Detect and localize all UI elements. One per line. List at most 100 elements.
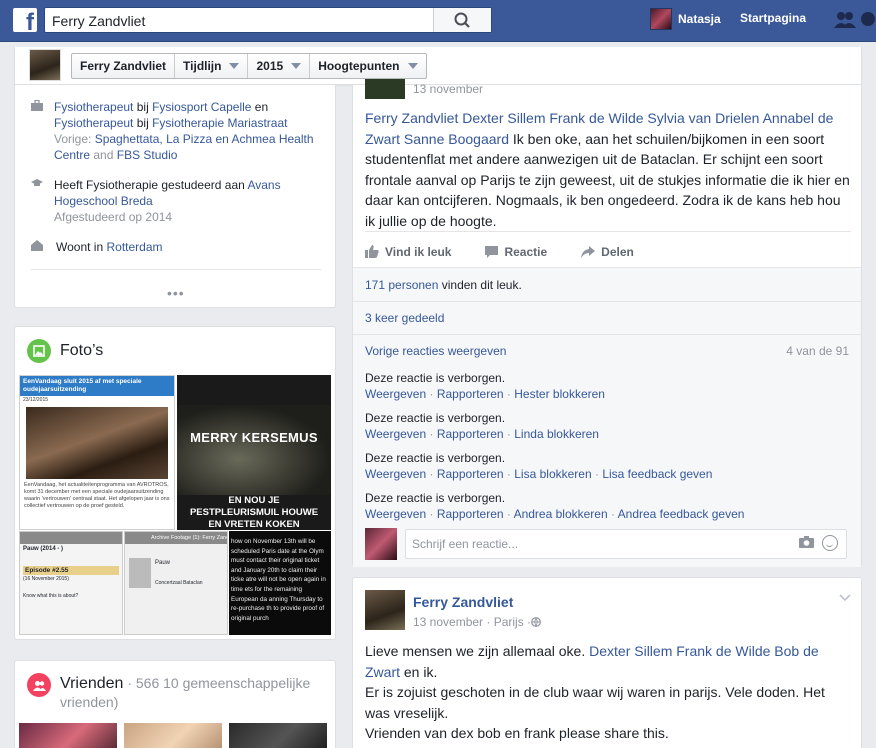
top-navigation-bar: f Ferry Zandvliet Natasja Startpagina [0,0,876,42]
job-link[interactable]: Fysiotherapeut [54,100,133,114]
crumb-highlights[interactable]: Hoogtepunten [310,54,425,78]
report-link[interactable]: Rapporteren [437,427,504,441]
likes-count-link[interactable]: 171 personen [365,278,438,292]
hidden-comment: Deze reactie is verborgen. Weergeven · R… [365,371,605,401]
employer-link[interactable]: Fysiotherapie Mariastraat [152,116,287,130]
chevron-down-icon [229,63,240,69]
search-input[interactable]: Ferry Zandvliet [44,7,492,33]
photo-thumbnail[interactable]: how on November 13th will be scheduled P… [229,531,331,635]
block-user-link[interactable]: Lisa blokkeren [514,467,591,481]
crumb-profile-name[interactable]: Ferry Zandvliet [72,54,176,78]
home-link[interactable]: Startpagina [740,11,806,25]
comment-button[interactable]: Reactie [485,245,547,259]
friends-header: Vrienden · 566 10 gemeenschappelijke vri… [60,674,330,712]
photo-thumbnail[interactable]: Archive Footage (1): Ferry Zandvl... Pau… [124,531,228,635]
job-link[interactable]: Fysiotherapeut [54,116,133,130]
hidden-comment-text: Deze reactie is verborgen. [365,451,506,465]
photo-date: 23/12/2015 [23,397,49,403]
search-value[interactable]: Ferry Zandvliet [52,13,145,29]
report-link[interactable]: Rapporteren [437,387,504,401]
home-icon [31,240,45,255]
friends-card: Vrienden · 566 10 gemeenschappelijke vri… [14,660,336,748]
user-name: Natasja [678,12,721,26]
friend-photo[interactable] [124,723,222,748]
chevron-down-icon [407,63,418,69]
hidden-comment: Deze reactie is verborgen. Weergeven · R… [365,451,713,481]
block-user-link[interactable]: Hester blokkeren [514,387,605,401]
likes-text: vinden dit leuk. [438,278,522,292]
show-comment-link[interactable]: Weergeven [365,467,426,481]
messages-icon[interactable] [860,10,876,30]
photo-caption: EenVandaag sluit 2015 af met speciale ou… [20,376,174,396]
timeline-post: Ferry Zandvliet 13 november · Parijs · L… [352,577,862,748]
photo-text: EenVandaag, het actualiteitenprogramma v… [24,482,170,509]
show-comment-link[interactable]: Weergeven [365,387,426,401]
graduation-cap-icon [31,178,43,225]
text: and [90,148,117,162]
hidden-comment-text: Deze reactie is verborgen. [365,411,506,425]
shares-link[interactable]: 3 keer gedeeld [365,311,444,325]
friends-icon [27,673,51,697]
show-comment-link[interactable]: Weergeven [365,427,426,441]
previous-label: Vorige: [54,132,95,146]
report-link[interactable]: Rapporteren [437,467,504,481]
view-previous-comments[interactable]: Vorige reacties weergeven [365,344,506,358]
comment-input[interactable]: Schrijf een reactie... [405,529,847,559]
profile-thumbnail[interactable] [29,49,61,81]
show-comment-link[interactable]: Weergeven [365,507,426,521]
text: en [251,100,269,114]
camera-icon[interactable] [799,536,814,548]
photos-title[interactable]: Foto’s [60,342,103,360]
photo-image [177,405,331,495]
like-button[interactable]: Vind ik leuk [365,245,451,259]
block-user-link[interactable]: Linda blokkeren [514,427,599,441]
emoji-icon[interactable] [822,535,838,551]
hidden-comment: Deze reactie is verborgen. Weergeven · R… [365,491,745,521]
city-link[interactable]: Rotterdam [106,240,162,254]
text: Woont in [56,240,107,254]
author-name[interactable]: Ferry Zandvliet [413,594,513,610]
post-text: Vrienden van dex bob en frank please sha… [365,725,669,741]
globe-icon [531,617,541,627]
comment-icon [485,245,499,258]
facebook-logo[interactable]: f [13,8,37,32]
friend-photo[interactable] [229,723,327,748]
give-feedback-link[interactable]: Andrea feedback geven [618,507,745,521]
post-date-location[interactable]: 13 november · Parijs · [413,615,531,629]
block-user-link[interactable]: Andrea blokkeren [514,507,608,521]
comment-label: Reactie [504,244,548,259]
friend-photo[interactable] [19,723,117,748]
hidden-comment-text: Deze reactie is verborgen. [365,491,506,505]
friend-requests-icon[interactable] [834,10,856,30]
friends-title[interactable]: Vrienden [60,675,123,692]
photo-header [20,532,122,544]
avatar [365,528,397,560]
chevron-down-icon[interactable] [839,594,851,602]
photo-thumbnail[interactable]: EenVandaag sluit 2015 af met speciale ou… [19,375,175,530]
employer-link[interactable]: Fysiosport Capelle [152,100,251,114]
share-button[interactable]: Delen [581,245,634,259]
report-link[interactable]: Rapporteren [437,507,504,521]
more-icon[interactable]: ••• [167,285,185,301]
text: Heeft Fysiotherapie gestudeerd aan [54,178,248,192]
post-date[interactable]: 13 november [413,82,483,96]
comment-count: 4 van de 91 [786,344,849,358]
photo-text: Pauw [155,560,171,566]
crumb-year[interactable]: 2015 [248,54,311,78]
photo-thumbnail[interactable]: Pauw (2014 - ) Episode #2.55 (16 Novembe… [19,531,123,635]
profile-link[interactable]: Natasja [650,8,721,30]
photo-text: Know what this is about? [23,593,79,599]
photo-thumbnail[interactable]: MERRY KERSEMUS EN NOU JE PESTPLEURISMUIL… [177,375,331,530]
author-avatar[interactable] [365,590,405,630]
education-item: Heeft Fysiotherapie gestudeerd aan Avans… [31,177,321,225]
author-avatar[interactable] [365,79,405,99]
previous-employer-link[interactable]: FBS Studio [117,148,178,162]
hidden-comment-text: Deze reactie is verborgen. [365,371,506,385]
likes-summary: 171 personen vinden dit leuk. [365,278,522,292]
text: bij [133,116,153,130]
give-feedback-link[interactable]: Lisa feedback geven [602,467,712,481]
intro-card: Fysiotherapeut bij Fysiosport Capelle en… [14,85,336,308]
search-button[interactable] [433,8,491,32]
search-icon [454,12,470,28]
crumb-timeline[interactable]: Tijdlijn [175,54,249,78]
